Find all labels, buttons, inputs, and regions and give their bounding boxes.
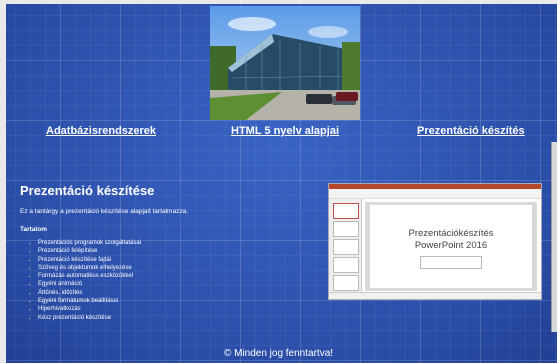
- ppt-slide-subtitle: PowerPoint 2016: [414, 240, 488, 251]
- intro-text: Ez a tantárgy a prezentáció készítése al…: [20, 208, 189, 215]
- footer-copyright: © Minden jog fenntartva!: [223, 348, 334, 359]
- building-photo: [210, 6, 360, 120]
- section-heading: Tartalom: [20, 226, 47, 233]
- ppt-slide-panel: [329, 199, 362, 293]
- ppt-slide-thumb: [333, 203, 359, 219]
- page-title: Prezentáció készítése: [20, 183, 155, 198]
- list-item: Hiperhivatkozás: [38, 305, 141, 313]
- ppt-slide-thumb: [333, 275, 359, 291]
- ppt-ribbon: [329, 189, 541, 199]
- ppt-slide-thumb: [333, 257, 359, 273]
- ppt-subtitle-placeholder: [420, 256, 482, 269]
- list-item: Kész prezentáció készítése: [38, 314, 141, 322]
- list-item: Áttűnés, időzítés: [38, 289, 141, 297]
- ppt-status-bar: [329, 292, 541, 299]
- ppt-canvas: Prezentációkészítés PowerPoint 2016: [365, 202, 537, 291]
- window-frame-left: [0, 0, 6, 363]
- ppt-slide-title: Prezentációkészítés: [408, 228, 494, 239]
- ppt-slide-thumb: [333, 239, 359, 255]
- list-item: Formázás automatikus eszközökkel: [38, 272, 141, 280]
- nav-link-adatbazisrendszerek[interactable]: Adatbázisrendszerek: [46, 125, 156, 137]
- list-item: Szöveg és objektumok elhelyezése: [38, 264, 141, 272]
- window-frame-top: [0, 0, 557, 4]
- powerpoint-screenshot: Prezentációkészítés PowerPoint 2016: [328, 183, 542, 300]
- list-item: Prezentáció felépítése: [38, 247, 141, 255]
- nav-link-html5[interactable]: HTML 5 nyelv alapjai: [231, 125, 339, 137]
- topic-list: Prezentációs programok szolgáltatásai Pr…: [26, 239, 141, 322]
- list-item: Egyéni formátumok beállítássi: [38, 297, 141, 305]
- ppt-slide-thumb: [333, 221, 359, 237]
- list-item: Prezentációs programok szolgáltatásai: [38, 239, 141, 247]
- nav-link-prezentacio[interactable]: Prezentáció készítés: [417, 125, 525, 137]
- list-item: Prezentáció készítése fajtái: [38, 256, 141, 264]
- scrollbar[interactable]: [551, 142, 557, 332]
- list-item: Egyéni animáció: [38, 280, 141, 288]
- ppt-slide: Prezentációkészítés PowerPoint 2016: [370, 205, 532, 288]
